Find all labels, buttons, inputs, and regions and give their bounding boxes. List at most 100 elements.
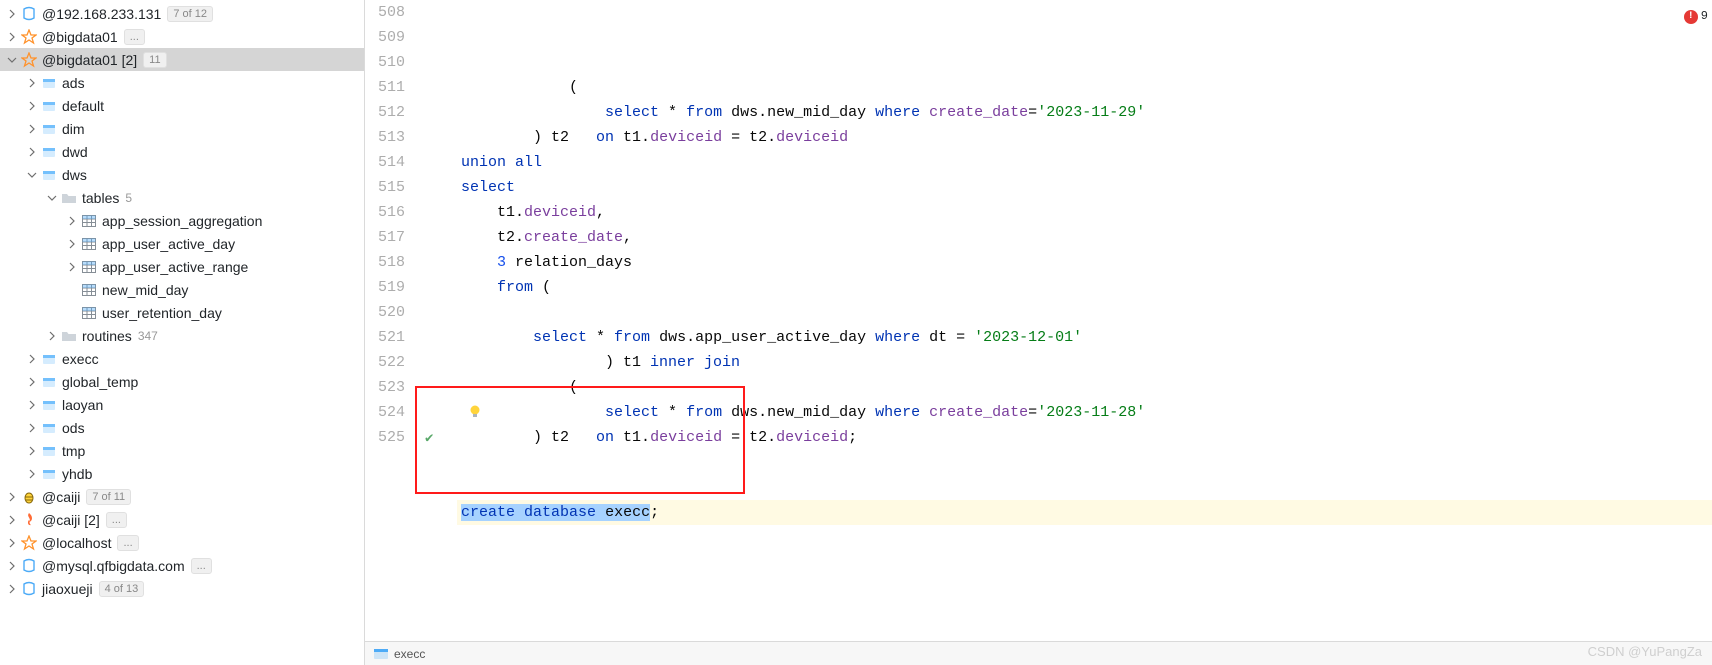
tree-node[interactable]: jiaoxueji4 of 13 (0, 577, 364, 600)
tree-node[interactable]: @caiji [2]... (0, 508, 364, 531)
tree-label: @mysql.qfbigdata.com (42, 558, 185, 574)
line-number: 509 (365, 25, 405, 50)
tree-node[interactable]: app_user_active_day (0, 232, 364, 255)
collapse-arrow-icon[interactable] (24, 167, 40, 183)
expand-arrow-icon[interactable] (24, 75, 40, 91)
code-line[interactable]: ) t1 inner join (457, 350, 1712, 375)
tree-node[interactable]: routines347 (0, 324, 364, 347)
schema-icon (40, 374, 58, 390)
expand-arrow-icon[interactable] (24, 443, 40, 459)
database-explorer[interactable]: @192.168.233.1317 of 12@bigdata01...@big… (0, 0, 365, 665)
tree-label: app_user_active_day (102, 236, 235, 252)
tree-node[interactable]: @bigdata01 [2]11 (0, 48, 364, 71)
code-line[interactable]: select (457, 175, 1712, 200)
tree-node[interactable]: @mysql.qfbigdata.com... (0, 554, 364, 577)
schema-icon (40, 121, 58, 137)
intention-bulb-icon[interactable] (467, 403, 483, 428)
code-line[interactable]: from ( (457, 275, 1712, 300)
line-number: 525 (365, 425, 405, 450)
tree-label: ods (62, 420, 85, 436)
collapse-arrow-icon[interactable] (44, 190, 60, 206)
schema-icon (40, 167, 58, 183)
node-badge: ... (191, 558, 212, 574)
code-line[interactable]: create database execc; (457, 500, 1712, 525)
tree-node[interactable]: ads (0, 71, 364, 94)
expand-arrow-icon[interactable] (64, 213, 80, 229)
tree-node[interactable]: execc (0, 347, 364, 370)
code-line[interactable]: select * from dws.new_mid_day where crea… (457, 100, 1712, 125)
code-line[interactable] (457, 300, 1712, 325)
code-line[interactable]: select * from dws.new_mid_day where crea… (457, 400, 1712, 425)
ds-star-icon (20, 52, 38, 68)
node-count: 5 (125, 191, 132, 205)
code-line[interactable]: ) t2 on t1.deviceid = t2.deviceid (457, 125, 1712, 150)
expand-arrow-icon[interactable] (4, 489, 20, 505)
expand-arrow-icon[interactable] (64, 259, 80, 275)
code-line[interactable]: t2.create_date, (457, 225, 1712, 250)
tree-label: app_user_active_range (102, 259, 248, 275)
schema-icon (40, 98, 58, 114)
expand-arrow-icon[interactable] (24, 420, 40, 436)
expand-arrow-icon[interactable] (24, 351, 40, 367)
node-badge: 7 of 12 (167, 6, 213, 22)
line-number-gutter: 5085095105115125135145155165175185195205… (365, 0, 415, 641)
code-line[interactable]: 3 relation_days (457, 250, 1712, 275)
tree-node[interactable]: default (0, 94, 364, 117)
tree-node[interactable]: app_session_aggregation (0, 209, 364, 232)
sql-editor[interactable]: 5085095105115125135145155165175185195205… (365, 0, 1712, 641)
expand-arrow-icon[interactable] (4, 558, 20, 574)
tree-node[interactable]: user_retention_day (0, 301, 364, 324)
expand-arrow-icon[interactable] (24, 98, 40, 114)
expand-arrow-icon[interactable] (24, 374, 40, 390)
expand-arrow-icon[interactable] (4, 6, 20, 22)
line-number: 513 (365, 125, 405, 150)
tree-node[interactable]: tmp (0, 439, 364, 462)
tree-node[interactable]: yhdb (0, 462, 364, 485)
tree-label: @caiji [2] (42, 512, 100, 528)
tree-node[interactable]: dws (0, 163, 364, 186)
tree-node[interactable]: dwd (0, 140, 364, 163)
code-line[interactable]: ) t2 on t1.deviceid = t2.deviceid; (457, 425, 1712, 450)
error-indicator[interactable]: ! 9 (1684, 4, 1708, 29)
breadcrumb-text[interactable]: execc (394, 647, 425, 661)
code-line[interactable]: select * from dws.app_user_active_day wh… (457, 325, 1712, 350)
tree-node[interactable]: @caiji7 of 11 (0, 485, 364, 508)
tree-node[interactable]: tables5 (0, 186, 364, 209)
node-badge: 11 (143, 52, 166, 68)
expand-arrow-icon[interactable] (4, 581, 20, 597)
expand-arrow-icon[interactable] (24, 466, 40, 482)
tree-node[interactable]: global_temp (0, 370, 364, 393)
code-line[interactable]: ( (457, 75, 1712, 100)
error-icon: ! (1684, 10, 1698, 24)
expand-arrow-icon[interactable] (44, 328, 60, 344)
expand-arrow-icon[interactable] (4, 29, 20, 45)
code-line[interactable]: union all (457, 150, 1712, 175)
breadcrumb-bar: execc (365, 641, 1712, 665)
tree-node[interactable]: @192.168.233.1317 of 12 (0, 2, 364, 25)
table-icon (80, 236, 98, 252)
code-line[interactable]: ( (457, 375, 1712, 400)
code-line[interactable] (457, 450, 1712, 475)
code-area[interactable]: ( select * from dws.new_mid_day where cr… (457, 0, 1712, 641)
expand-arrow-icon[interactable] (4, 535, 20, 551)
line-number: 522 (365, 350, 405, 375)
line-number: 519 (365, 275, 405, 300)
expand-arrow-icon[interactable] (4, 512, 20, 528)
tree-node[interactable]: ods (0, 416, 364, 439)
expand-arrow-icon[interactable] (24, 144, 40, 160)
tree-label: ads (62, 75, 85, 91)
tree-label: @caiji (42, 489, 80, 505)
tree-node[interactable]: app_user_active_range (0, 255, 364, 278)
tree-node[interactable]: dim (0, 117, 364, 140)
expand-arrow-icon[interactable] (64, 236, 80, 252)
tree-node[interactable]: laoyan (0, 393, 364, 416)
code-line[interactable] (457, 475, 1712, 500)
ds-blue-icon (20, 558, 38, 574)
code-line[interactable]: t1.deviceid, (457, 200, 1712, 225)
tree-node[interactable]: new_mid_day (0, 278, 364, 301)
tree-node[interactable]: @localhost... (0, 531, 364, 554)
collapse-arrow-icon[interactable] (4, 52, 20, 68)
expand-arrow-icon[interactable] (24, 397, 40, 413)
expand-arrow-icon[interactable] (24, 121, 40, 137)
tree-node[interactable]: @bigdata01... (0, 25, 364, 48)
